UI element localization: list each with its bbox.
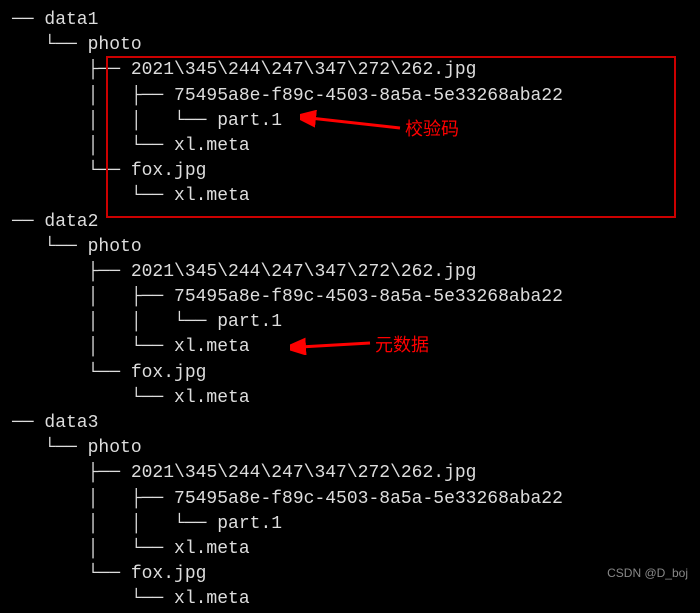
dir-name: photo bbox=[88, 438, 142, 458]
meta-name: xl.meta bbox=[174, 186, 250, 206]
terminal-output: ── data1 └── photo ├── 2021\345\244\247\… bbox=[12, 8, 700, 613]
dir-name: data2 bbox=[44, 212, 98, 232]
tree-row: └── xl.meta bbox=[12, 184, 700, 209]
uuid-text: 75495a8e-f89c-4503-8a5a-5e33268aba22 bbox=[174, 86, 563, 106]
tree-row: ├── 2021\345\244\247\347\272\262.jpg bbox=[12, 58, 700, 83]
file-name: fox.jpg bbox=[131, 161, 207, 181]
tree-row: │ │ └── part.1 bbox=[12, 512, 700, 537]
tree-row: └── photo bbox=[12, 33, 700, 58]
uuid-text: 75495a8e-f89c-4503-8a5a-5e33268aba22 bbox=[174, 287, 563, 307]
file-name: 2021\345\244\247\347\272\262.jpg bbox=[131, 463, 477, 483]
tree-row: └── photo bbox=[12, 436, 700, 461]
tree-row: ── data3 bbox=[12, 411, 700, 436]
tree-row: └── fox.jpg bbox=[12, 159, 700, 184]
part-name: part.1 bbox=[217, 514, 282, 534]
meta-name: xl.meta bbox=[174, 136, 250, 156]
meta-name: xl.meta bbox=[174, 589, 250, 609]
tree-row: │ ├── 75495a8e-f89c-4503-8a5a-5e33268aba… bbox=[12, 487, 700, 512]
part-name: part.1 bbox=[217, 111, 282, 131]
tree-row: └── xl.meta bbox=[12, 386, 700, 411]
tree-row: ├── 2021\345\244\247\347\272\262.jpg bbox=[12, 461, 700, 486]
file-name: fox.jpg bbox=[131, 564, 207, 584]
file-name: 2021\345\244\247\347\272\262.jpg bbox=[131, 262, 477, 282]
file-name: 2021\345\244\247\347\272\262.jpg bbox=[131, 60, 477, 80]
dir-name: data1 bbox=[44, 10, 98, 30]
tree-row: │ ├── 75495a8e-f89c-4503-8a5a-5e33268aba… bbox=[12, 285, 700, 310]
file-name: fox.jpg bbox=[131, 363, 207, 383]
tree-row: └── xl.meta bbox=[12, 587, 700, 612]
part-name: part.1 bbox=[217, 312, 282, 332]
dir-name: photo bbox=[88, 35, 142, 55]
uuid-text: 75495a8e-f89c-4503-8a5a-5e33268aba22 bbox=[174, 489, 563, 509]
meta-name: xl.meta bbox=[174, 337, 250, 357]
tree-row: │ └── xl.meta bbox=[12, 335, 700, 360]
tree-row: └── fox.jpg bbox=[12, 562, 700, 587]
tree-row: └── photo bbox=[12, 235, 700, 260]
tree-row: │ └── xl.meta bbox=[12, 134, 700, 159]
meta-name: xl.meta bbox=[174, 388, 250, 408]
tree-row: │ ├── 75495a8e-f89c-4503-8a5a-5e33268aba… bbox=[12, 84, 700, 109]
dir-name: data3 bbox=[44, 413, 98, 433]
dir-name: photo bbox=[88, 237, 142, 257]
tree-row: ── data2 bbox=[12, 210, 700, 235]
meta-name: xl.meta bbox=[174, 539, 250, 559]
tree-row: │ │ └── part.1 bbox=[12, 310, 700, 335]
watermark-text: CSDN @D_boj bbox=[607, 565, 688, 582]
tree-row: └── fox.jpg bbox=[12, 361, 700, 386]
tree-row: │ │ └── part.1 bbox=[12, 109, 700, 134]
tree-row: ── data1 bbox=[12, 8, 700, 33]
tree-row: │ └── xl.meta bbox=[12, 537, 700, 562]
tree-row: ├── 2021\345\244\247\347\272\262.jpg bbox=[12, 260, 700, 285]
